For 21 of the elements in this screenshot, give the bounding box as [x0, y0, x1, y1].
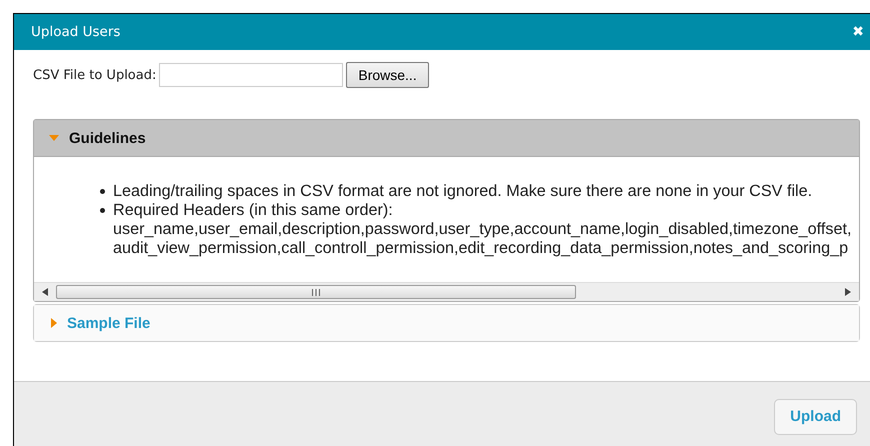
bullet-icon: [100, 208, 105, 213]
guideline-text: Leading/trailing spaces in CSV format are not ignored. Make sure there are none in your CSV file.: [113, 182, 812, 201]
grip-icon: [311, 288, 321, 296]
caret-icon: [49, 135, 59, 141]
scrollbar-thumb[interactable]: [56, 285, 576, 299]
header-list-text: user_name,user_email,description,password,user_type,account_name,login_disabled,timezone_offset,: [113, 220, 852, 239]
upload-button[interactable]: Upload: [774, 398, 857, 434]
close-icon[interactable]: ✖: [852, 24, 864, 40]
browse-button[interactable]: Browse...: [346, 62, 429, 88]
section-header[interactable]: Guidelines: [34, 120, 859, 157]
dialog-title: Upload Users: [31, 24, 120, 40]
field-label: CSV File to Upload:: [33, 68, 156, 82]
file-input-field[interactable]: [159, 63, 344, 87]
guideline-text: Required Headers (in this same order):: [113, 201, 394, 220]
header-list-text: audit_view_permission,call_controll_permission,edit_recording_data_permission,notes_and_scoring_p: [113, 239, 850, 258]
bullet-icon: [100, 189, 105, 194]
horizontal-scrollbar[interactable]: [34, 282, 859, 301]
scroll-left-icon[interactable]: [42, 288, 48, 296]
scroll-right-icon[interactable]: [845, 288, 851, 296]
caret-icon: [51, 318, 57, 328]
section-link[interactable]: Sample File: [34, 305, 859, 341]
